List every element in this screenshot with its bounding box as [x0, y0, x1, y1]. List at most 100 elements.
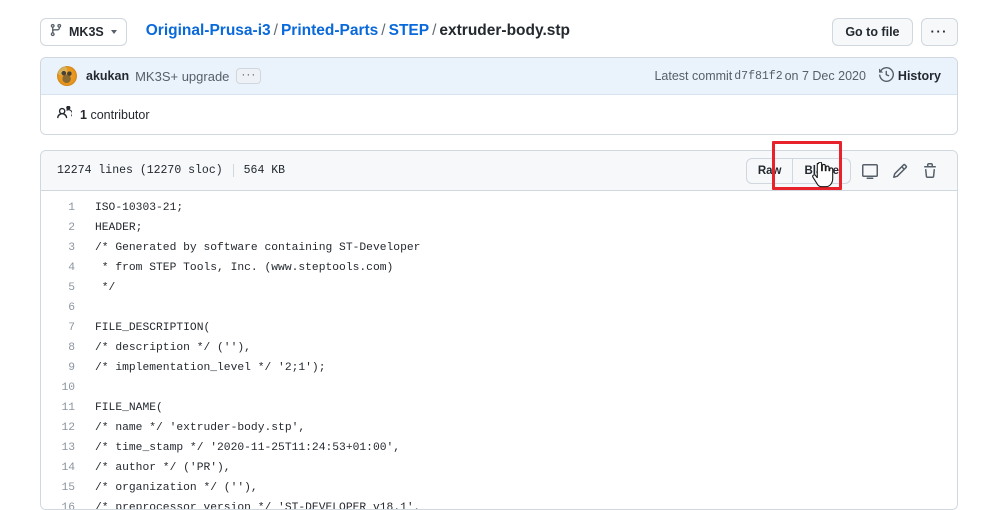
code-row: 5 */	[41, 278, 957, 298]
code-line: /* implementation_level */ '2;1');	[95, 362, 326, 374]
line-number[interactable]: 1	[41, 198, 85, 218]
code-row: 13 /* time_stamp */ '2020-11-25T11:24:53+…	[41, 438, 957, 458]
breadcrumb-current-file: extruder-body.stp	[439, 22, 571, 40]
code-row: 16 /* preprocessor_version */ 'ST-DEVELOP…	[41, 498, 957, 509]
code-line	[85, 378, 957, 398]
code-row: 14 /* author */ ('PR'),	[41, 458, 957, 478]
line-number[interactable]: 8	[41, 338, 85, 358]
commit-author-link[interactable]: akukan	[86, 69, 129, 83]
chevron-down-icon	[110, 29, 117, 34]
code-line: FILE_DESCRIPTION(	[95, 322, 211, 334]
people-icon	[57, 105, 74, 124]
code-line: /* Generated by software containing ST-D…	[95, 242, 421, 254]
code-row: 12 /* name */ 'extruder-body.stp',	[41, 418, 957, 438]
contributors-label: 1 contributor	[80, 108, 150, 122]
code-line: /* organization */ (''),	[95, 482, 258, 494]
commit-expand-button[interactable]: ···	[236, 68, 262, 84]
commit-meta: Latest commit d7f81f2 on 7 Dec 2020 Hist…	[654, 66, 941, 85]
raw-button[interactable]: Raw	[745, 157, 794, 184]
commit-sha-link[interactable]: d7f81f2	[732, 70, 784, 83]
line-number[interactable]: 3	[41, 238, 85, 258]
code-line: /* description */ (''),	[95, 342, 251, 354]
code-table: 1 ISO-10303-21; 2 HEADER; 3 /* Generated by…	[41, 198, 957, 509]
github-file-view-page: MK3S Original-Prusa-i3/Printed-Parts / STE…	[0, 0, 998, 510]
contributors-word: contributor	[90, 107, 150, 122]
line-number[interactable]: 15	[41, 478, 85, 498]
breadcrumb-item-folder-2[interactable]: STEP	[389, 22, 429, 39]
desktop-download-icon[interactable]	[859, 159, 881, 183]
history-label: History	[897, 69, 941, 83]
code-line: /* name */ 'extruder-body.stp',	[95, 422, 306, 434]
line-number[interactable]: 7	[41, 318, 85, 338]
repo-file-header: MK3S Original-Prusa-i3/Printed-Parts / STE…	[40, 0, 958, 50]
code-row: 8 /* description */ (''),	[41, 338, 957, 358]
commit-message-link[interactable]: MK3S+ upgrade	[135, 69, 229, 84]
latest-commit-label: Latest commit	[654, 69, 733, 83]
line-number[interactable]: 14	[41, 458, 85, 478]
breadcrumb-separator: /	[273, 22, 278, 40]
line-number[interactable]: 2	[41, 218, 85, 238]
code-viewer[interactable]: 1 ISO-10303-21; 2 HEADER; 3 /* Generated by…	[41, 191, 957, 509]
go-to-file-button[interactable]: Go to file	[832, 17, 913, 46]
breadcrumb-separator: /	[432, 22, 437, 40]
line-number[interactable]: 11	[41, 398, 85, 418]
code-line: /* time_stamp */ '2020-11-25T11:24:53+01…	[95, 442, 401, 454]
pencil-icon[interactable]	[889, 159, 911, 183]
code-row: 9 /* implementation_level */ '2;1');	[41, 358, 957, 378]
code-row: 10	[41, 378, 957, 398]
latest-commit-box: akukan MK3S+ upgrade ··· Latest commit d…	[40, 57, 958, 135]
history-link[interactable]: History	[878, 66, 941, 85]
more-options-button[interactable]: ···	[920, 17, 958, 46]
code-body: 1 ISO-10303-21; 2 HEADER; 3 /* Generated by…	[41, 198, 957, 509]
branch-selector[interactable]: MK3S	[40, 17, 127, 46]
code-row: 3 /* Generated by software containing ST-…	[41, 238, 957, 258]
code-row: 15 /* organization */ (''),	[41, 478, 957, 498]
branch-name-label: MK3S	[69, 24, 104, 39]
code-row: 4 * from STEP Tools, Inc. (www.steptools…	[41, 258, 957, 278]
file-toolbar: 12274 lines (12270 sloc) 564 KB Raw Blam…	[41, 151, 957, 191]
code-row: 2 HEADER;	[41, 218, 957, 238]
line-number[interactable]: 13	[41, 438, 85, 458]
trash-icon[interactable]	[919, 159, 941, 183]
code-line: FILE_NAME(	[95, 402, 163, 414]
commit-header-row: akukan MK3S+ upgrade ··· Latest commit d…	[41, 58, 957, 95]
breadcrumb-item-repo[interactable]: Original-Prusa-i3	[146, 22, 271, 39]
code-line: ISO-10303-21;	[95, 202, 184, 214]
line-number[interactable]: 12	[41, 418, 85, 438]
line-number[interactable]: 5	[41, 278, 85, 298]
code-line: * from STEP Tools, Inc. (www.steptools.c…	[95, 262, 394, 274]
line-number[interactable]: 4	[41, 258, 85, 278]
code-row: 11 FILE_NAME(	[41, 398, 957, 418]
code-line: */	[95, 282, 116, 294]
file-size-label: 564 KB	[243, 164, 286, 177]
code-row: 7 FILE_DESCRIPTION(	[41, 318, 957, 338]
code-line	[85, 298, 957, 318]
raw-blame-button-group: Raw Blame	[745, 157, 851, 184]
blame-button[interactable]: Blame	[793, 157, 851, 184]
line-number[interactable]: 16	[41, 498, 85, 509]
line-number[interactable]: 10	[41, 378, 85, 398]
file-lines-label: 12274 lines (12270 sloc)	[57, 164, 223, 177]
avatar[interactable]	[57, 66, 77, 86]
contributors-count: 1	[80, 107, 87, 122]
code-row: 1 ISO-10303-21;	[41, 198, 957, 218]
file-content-box: 12274 lines (12270 sloc) 564 KB Raw Blam…	[40, 150, 958, 510]
commit-date-prefix: on	[784, 69, 799, 83]
header-actions: Go to file ···	[832, 17, 958, 46]
code-row: 6	[41, 298, 957, 318]
stats-divider	[232, 164, 234, 177]
commit-date: 7 Dec 2020	[801, 69, 866, 83]
file-actions: Raw Blame	[745, 157, 941, 184]
history-clock-icon	[878, 66, 894, 85]
breadcrumb-item-folder-1[interactable]: Printed-Parts	[281, 22, 378, 39]
branch-icon	[49, 23, 63, 40]
code-line: /* preprocessor_version */ 'ST-DEVELOPER…	[95, 502, 421, 509]
line-number[interactable]: 6	[41, 298, 85, 318]
breadcrumb: Original-Prusa-i3/Printed-Parts / STEP / ext…	[146, 21, 570, 41]
breadcrumb-separator: /	[381, 22, 386, 40]
code-line: /* author */ ('PR'),	[95, 462, 231, 474]
code-line: HEADER;	[95, 222, 143, 234]
contributors-row[interactable]: 1 contributor	[41, 95, 957, 134]
line-number[interactable]: 9	[41, 358, 85, 378]
file-stats: 12274 lines (12270 sloc) 564 KB	[57, 164, 285, 177]
